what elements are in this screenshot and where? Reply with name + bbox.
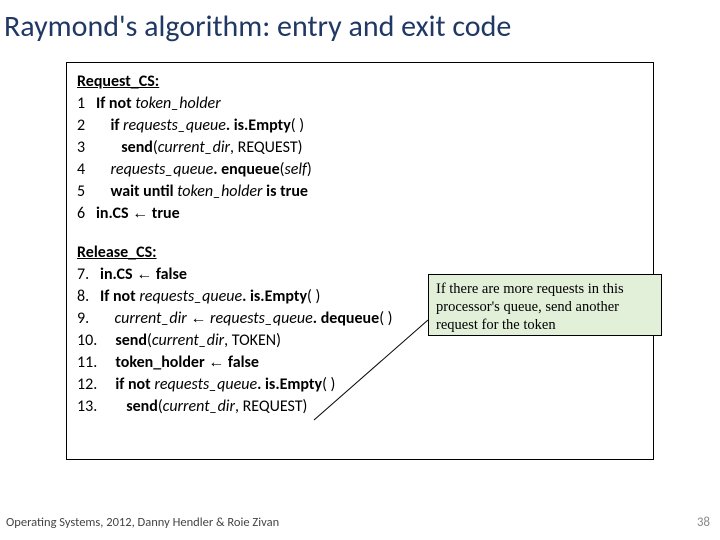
callout-box: If there are more requests in this proce… — [428, 274, 662, 336]
request-section: Request_CS: 1 If not token_holder2 if re… — [77, 71, 643, 226]
request-line: 2 if requests_queue. is.Empty( ) — [77, 115, 643, 137]
slide-title: Raymond's algorithm: entry and exit code — [0, 0, 720, 59]
request-line: 1 If not token_holder — [77, 93, 643, 115]
release-heading: Release_CS: — [77, 242, 643, 264]
request-line: 5 wait until token_holder is true — [77, 181, 643, 203]
footer-text: Operating Systems, 2012, Danny Hendler &… — [6, 515, 279, 530]
release-line: 11. token_holder ← false — [77, 352, 643, 374]
request-line: 6 in.CS ← true — [77, 203, 643, 225]
release-line: 12. if not requests_queue. is.Empty( ) — [77, 374, 643, 396]
release-line: 13. send(current_dir, REQUEST) — [77, 396, 643, 418]
request-line: 4 requests_queue. enqueue(self) — [77, 159, 643, 181]
page-number: 38 — [697, 515, 710, 530]
request-heading: Request_CS: — [77, 71, 643, 93]
request-line: 3 send(current_dir, REQUEST) — [77, 137, 643, 159]
code-box: Request_CS: 1 If not token_holder2 if re… — [66, 62, 654, 460]
